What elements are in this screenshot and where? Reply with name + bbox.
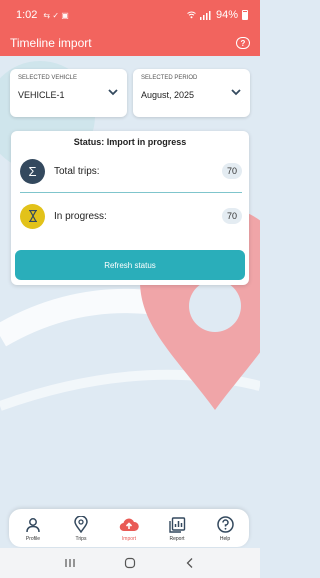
map-background-graphic: [0, 61, 260, 411]
in-progress-count: 70: [221, 208, 242, 224]
page-title: Timeline import: [10, 36, 92, 50]
help-chat-icon[interactable]: ?: [236, 37, 250, 49]
recent-apps-icon[interactable]: [64, 557, 76, 569]
total-trips-count: 70: [221, 163, 242, 179]
report-icon: [168, 516, 185, 533]
battery-percent: 94%: [215, 9, 238, 21]
bottom-navigation: Profile Trips Import Report Help: [9, 509, 249, 547]
nav-item-trips[interactable]: Trips: [61, 515, 101, 542]
clock: 1:02: [16, 9, 38, 21]
background-decoration: [0, 56, 260, 516]
nav-item-import[interactable]: Import: [109, 515, 149, 542]
total-trips-row: Σ Total trips: 70: [20, 158, 242, 184]
divider: [20, 192, 242, 193]
import-status-card: Status: Import in progress Σ Total trips…: [11, 131, 249, 285]
sigma-icon: Σ: [20, 158, 45, 184]
period-selector[interactable]: SELECTED PERIOD August, 2025: [133, 69, 250, 117]
nav-item-profile[interactable]: Profile: [13, 515, 53, 542]
vehicle-selector-label: SELECTED VEHICLE: [18, 75, 78, 81]
nav-label-trips: Trips: [75, 535, 87, 542]
location-pin-icon: [74, 516, 88, 533]
period-selector-label: SELECTED PERIOD: [141, 75, 198, 81]
nav-item-report[interactable]: Report: [157, 515, 197, 542]
chevron-down-icon: [108, 89, 118, 96]
status-bar: 1:02 ⇆ ✓ ▣ 94%: [0, 0, 260, 30]
total-trips-label: Total trips:: [54, 165, 100, 177]
person-icon: [26, 517, 40, 532]
in-progress-label: In progress:: [54, 210, 107, 222]
period-selector-value: August, 2025: [141, 90, 195, 100]
hourglass-icon: [20, 203, 45, 229]
wifi-icon: [187, 11, 196, 19]
cloud-upload-icon: [119, 518, 139, 532]
nav-label-report: Report: [169, 535, 185, 542]
in-progress-row: In progress: 70: [20, 203, 242, 229]
status-title: Status: Import in progress: [73, 137, 187, 147]
app-bar: Timeline import ?: [0, 30, 260, 56]
refresh-status-button[interactable]: Refresh status: [15, 250, 245, 280]
vehicle-selector[interactable]: SELECTED VEHICLE VEHICLE-1: [10, 69, 127, 117]
nav-label-profile: Profile: [25, 535, 41, 542]
back-icon[interactable]: [184, 557, 196, 569]
help-icon: [216, 516, 234, 533]
system-navigation-bar: [0, 548, 260, 578]
vehicle-selector-value: VEHICLE-1: [18, 90, 65, 100]
signal-icon: [199, 10, 211, 20]
home-icon[interactable]: [124, 557, 136, 569]
battery-icon: [242, 10, 248, 20]
nav-label-help: Help: [219, 535, 231, 542]
nav-label-import: Import: [121, 535, 137, 542]
nav-item-help[interactable]: Help: [205, 515, 245, 542]
chevron-down-icon: [231, 89, 241, 96]
notification-icons: ⇆ ✓ ▣: [43, 10, 69, 20]
